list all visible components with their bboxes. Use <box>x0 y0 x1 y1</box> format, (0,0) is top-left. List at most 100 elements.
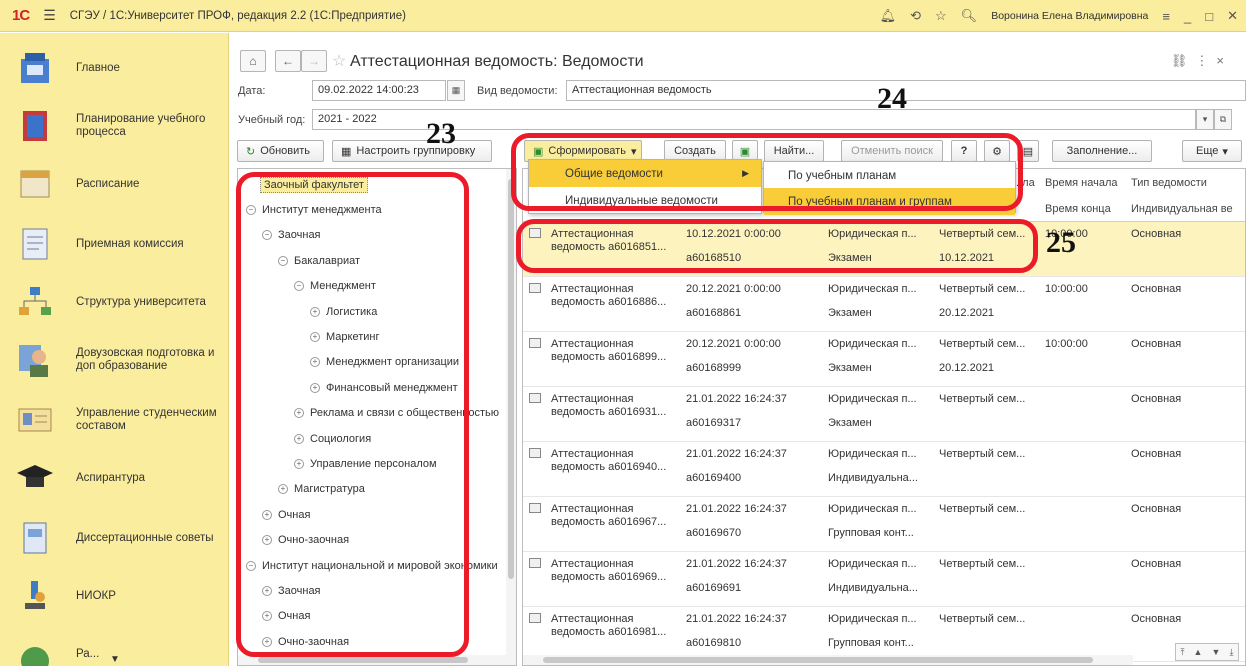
app-logo: 1С <box>12 7 30 24</box>
prev-page-icon[interactable]: ▲ <box>1194 647 1203 657</box>
cell-num: а60169670 <box>686 527 742 539</box>
sidebar-item-admission[interactable]: Приемная комиссия <box>0 215 228 273</box>
cell-type: Основная <box>1131 503 1182 515</box>
more-button[interactable]: Еще ▾ <box>1182 140 1242 162</box>
document-row-icon <box>529 448 541 458</box>
bell-icon[interactable]: 🔔︎ <box>880 8 897 24</box>
cell-date: 21.01.2022 16:24:37 <box>686 448 787 460</box>
next-page-icon[interactable]: ▼ <box>1212 647 1221 657</box>
sidebar-item-structure[interactable]: Структура университета <box>0 273 228 331</box>
form-link-more-close-icons[interactable]: ⛓⋮× <box>1171 53 1232 69</box>
cell-dep: Юридическая п... <box>828 283 917 295</box>
close-icon[interactable]: ✕ <box>1227 8 1238 24</box>
forward-button[interactable]: → <box>301 50 327 72</box>
star-icon[interactable]: ☆ <box>935 8 947 24</box>
cell-type: Основная <box>1131 558 1182 570</box>
sidebar-item-planning[interactable]: Планирование учебного процесса <box>0 97 228 155</box>
grid-horizontal-scrollbar[interactable] <box>523 655 1133 665</box>
refresh-button[interactable]: ↻ Обновить <box>237 140 324 162</box>
search-icon[interactable]: 🔍︎ <box>961 8 978 24</box>
table-row[interactable]: Аттестационная ведомость а6016940... 21.01… <box>523 442 1245 497</box>
table-row[interactable]: Аттестационная ведомость а6016967... 21.01… <box>523 497 1245 552</box>
main-menu-icon[interactable]: ☰ <box>43 7 56 24</box>
year-open-button[interactable]: ⧉ <box>1214 109 1232 130</box>
cell-sem: Четвертый сем... <box>939 338 1026 350</box>
last-page-icon[interactable]: ⤓ <box>1229 647 1233 658</box>
col-head-type[interactable]: Тип ведомости <box>1131 177 1207 189</box>
col-head-type2[interactable]: Индивидуальная ве <box>1131 203 1233 215</box>
cell-date: 20.12.2021 0:00:00 <box>686 338 781 350</box>
cell-name2: ведомость а6016967... <box>551 516 667 528</box>
grouping-settings-button[interactable]: ▦ Настроить группировку <box>332 140 492 162</box>
cell-num: а60168861 <box>686 307 742 319</box>
cell-dep: Юридическая п... <box>828 558 917 570</box>
annotation-number-24: 24 <box>877 82 907 115</box>
table-row[interactable]: Аттестационная ведомость а6016969... 21.01… <box>523 552 1245 607</box>
cell-dep: Юридическая п... <box>828 503 917 515</box>
settings-menu-icon[interactable]: ≡ <box>1162 9 1170 24</box>
arrow-left-icon: ← <box>282 54 294 68</box>
sidebar-item-schedule[interactable]: Расписание <box>0 155 228 213</box>
document-row-icon <box>529 613 541 623</box>
calendar-picker-button[interactable]: ▦ <box>447 80 465 101</box>
col-head-start-time[interactable]: Время начала <box>1045 177 1117 189</box>
cell-dep: Юридическая п... <box>828 613 917 625</box>
annotation-number-25: 25 <box>1046 226 1076 259</box>
fill-button[interactable]: Заполнение... <box>1052 140 1152 162</box>
sidebar-item-students[interactable]: Управление студенческим составом <box>0 391 228 449</box>
home-button[interactable]: ⌂ <box>240 50 266 72</box>
date-label: Дата: <box>238 85 266 97</box>
cell-name1: Аттестационная <box>551 338 634 350</box>
form-title: Аттестационная ведомость: Ведомости <box>350 53 644 70</box>
date-input[interactable]: 09.02.2022 14:00:23 <box>312 80 446 101</box>
favorite-star-icon[interactable]: ☆ <box>332 51 346 71</box>
table-row[interactable]: Аттестационная ведомость а6016981... 21.01… <box>523 607 1245 662</box>
cell-time: 10:00:00 <box>1045 338 1088 350</box>
cell-name1: Аттестационная <box>551 613 634 625</box>
cell-time: 10:00:00 <box>1045 283 1088 295</box>
sidebar-item-preuniversity[interactable]: Довузовская подготовка и доп образование <box>0 331 228 389</box>
history-icon[interactable]: ⟲ <box>910 8 921 24</box>
cell-sdate: 20.12.2021 <box>939 362 995 374</box>
maximize-icon[interactable]: □ <box>1205 9 1213 24</box>
cell-ctrl: Экзамен <box>828 362 872 374</box>
org-structure-icon <box>19 287 51 315</box>
user-name[interactable]: Воронина Елена Владимировна <box>991 10 1148 22</box>
col-head-end-time[interactable]: Время конца <box>1045 203 1111 215</box>
cell-date: 20.12.2021 0:00:00 <box>686 283 781 295</box>
first-page-icon[interactable]: ⤒ <box>1181 647 1185 658</box>
document-row-icon <box>529 558 541 568</box>
back-button[interactable]: ← <box>275 50 301 72</box>
cell-type: Основная <box>1131 283 1182 295</box>
cell-name1: Аттестационная <box>551 393 634 405</box>
cell-num: а60168999 <box>686 362 742 374</box>
grid-navigation-buttons[interactable]: ⤒ ▲ ▼ ⤓ <box>1175 643 1239 661</box>
tree-vertical-scrollbar[interactable] <box>506 169 516 665</box>
cell-type: Основная <box>1131 448 1182 460</box>
minimize-icon[interactable]: _ <box>1184 9 1191 24</box>
document-row-icon <box>529 338 541 348</box>
cell-type: Основная <box>1131 393 1182 405</box>
cell-sem: Четвертый сем... <box>939 283 1026 295</box>
table-row[interactable]: Аттестационная ведомость а6016931... 21.01… <box>523 387 1245 442</box>
table-row[interactable]: Аттестационная ведомость а6016886... 20.12… <box>523 277 1245 332</box>
cell-num: а60169400 <box>686 472 742 484</box>
sidebar-item-postgrad[interactable]: Аспирантура <box>0 449 228 507</box>
table-row[interactable]: Аттестационная ведомость а6016899... 20.12… <box>523 332 1245 387</box>
graduation-cap-icon <box>17 465 53 487</box>
year-dropdown-button[interactable]: ▾ <box>1196 109 1214 130</box>
cell-sem: Четвертый сем... <box>939 503 1026 515</box>
cell-sem: Четвертый сем... <box>939 393 1026 405</box>
cell-num: а60169317 <box>686 417 742 429</box>
cell-name2: ведомость а6016931... <box>551 406 667 418</box>
annotation-number-23: 23 <box>426 117 456 150</box>
cell-ctrl: Индивидуальна... <box>828 582 918 594</box>
cell-ctrl: Групповая конт... <box>828 637 914 649</box>
cell-ctrl: Групповая конт... <box>828 527 914 539</box>
sidebar-item-councils[interactable]: Диссертационные советы <box>0 509 228 567</box>
cell-name1: Аттестационная <box>551 503 634 515</box>
sidebar-item-niokr[interactable]: НИОКР <box>0 567 228 625</box>
document-row-icon <box>529 283 541 293</box>
sidebar-item-main[interactable]: Главное <box>0 39 228 97</box>
chevron-down-icon[interactable]: ▼ <box>110 654 120 665</box>
